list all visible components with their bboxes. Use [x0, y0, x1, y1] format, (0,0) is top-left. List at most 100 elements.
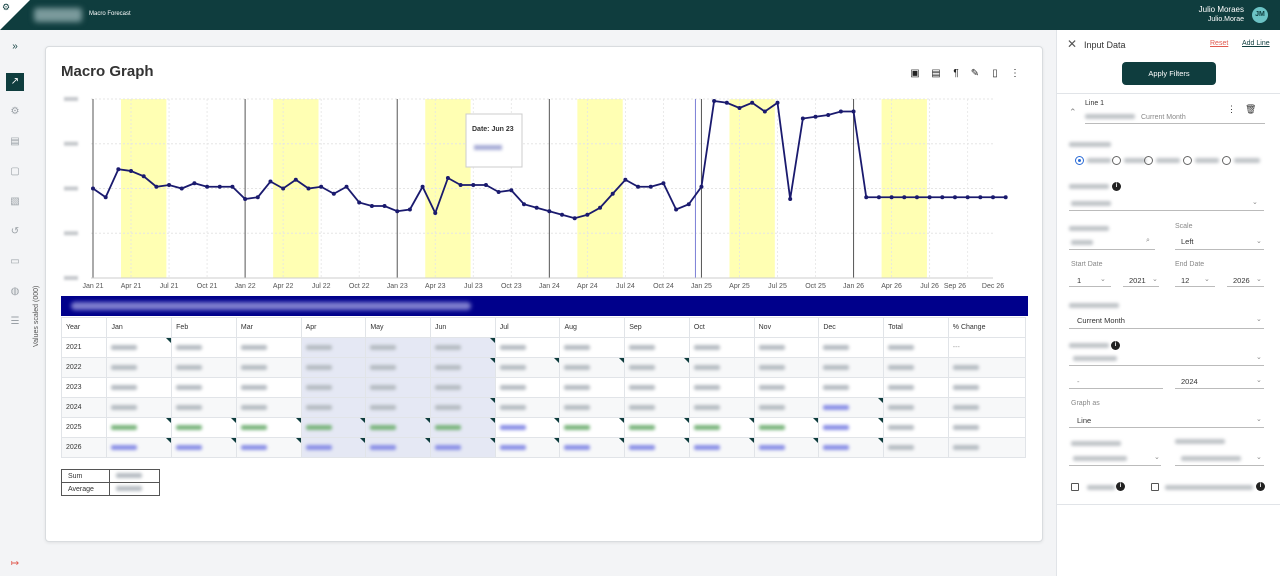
data-point[interactable] [927, 195, 932, 200]
value-cell[interactable] [430, 357, 496, 378]
data-point[interactable] [547, 209, 552, 214]
data-point[interactable] [116, 167, 121, 172]
data-point[interactable] [1003, 195, 1008, 200]
data-point[interactable] [724, 100, 729, 105]
data-point[interactable] [864, 195, 869, 200]
sliders-icon[interactable]: ☰ [6, 313, 24, 331]
data-point[interactable] [167, 183, 172, 187]
radio-option-5[interactable] [1222, 156, 1231, 165]
data-point[interactable] [230, 184, 235, 189]
value-cell[interactable] [171, 377, 237, 398]
value-cell[interactable] [688, 377, 755, 398]
data-point[interactable] [952, 195, 957, 200]
data-point[interactable] [319, 184, 324, 189]
data-point[interactable] [826, 113, 831, 117]
year-select[interactable]: 2024 [1181, 377, 1198, 386]
data-point[interactable] [382, 204, 387, 208]
checkbox-2[interactable] [1151, 483, 1159, 491]
value-cell[interactable] [300, 377, 367, 398]
value-cell[interactable] [688, 357, 755, 378]
value-cell[interactable] [365, 397, 432, 418]
data-point[interactable] [686, 202, 691, 207]
data-point[interactable] [458, 183, 463, 187]
data-point[interactable] [838, 109, 843, 114]
data-point[interactable] [800, 116, 805, 121]
data-point[interactable] [978, 195, 983, 200]
avatar[interactable]: JM [1252, 7, 1268, 23]
data-point[interactable] [344, 184, 349, 189]
value-cell[interactable] [106, 337, 173, 358]
data-point[interactable] [205, 184, 210, 189]
data-point[interactable] [648, 184, 653, 189]
value-cell[interactable] [365, 337, 432, 358]
line-more-icon[interactable]: ⋮ [1227, 104, 1236, 115]
radio-option-1[interactable] [1075, 156, 1084, 165]
data-point[interactable] [306, 186, 311, 191]
data-point[interactable] [331, 191, 336, 196]
data-point[interactable] [636, 184, 641, 189]
value-cell[interactable] [559, 357, 626, 378]
data-point[interactable] [610, 191, 615, 196]
data-point[interactable] [965, 195, 970, 200]
info-icon-3[interactable]: i [1116, 482, 1125, 491]
value-cell[interactable] [171, 357, 237, 378]
value-cell[interactable] [818, 417, 885, 438]
radio-option-2[interactable] [1112, 156, 1121, 165]
value-cell[interactable] [171, 437, 237, 458]
value-cell[interactable] [235, 337, 302, 358]
data-point[interactable] [483, 183, 488, 187]
data-point[interactable] [521, 202, 526, 207]
value-cell[interactable] [171, 337, 237, 358]
data-point[interactable] [940, 195, 945, 200]
clipboard-icon[interactable]: ▤ [6, 133, 24, 151]
data-point[interactable] [674, 207, 679, 212]
checkbox-1[interactable] [1071, 483, 1079, 491]
collapse-icon[interactable]: ⌃ [1069, 107, 1077, 118]
value-cell[interactable] [171, 397, 237, 418]
value-cell[interactable] [559, 337, 626, 358]
logout-icon[interactable]: ↦ [6, 555, 24, 573]
value-cell[interactable] [688, 437, 755, 458]
data-point[interactable] [154, 184, 159, 189]
info-icon-4[interactable]: i [1256, 482, 1265, 491]
value-cell[interactable] [430, 437, 496, 458]
value-cell[interactable] [494, 437, 561, 458]
start-year[interactable]: 2021 [1129, 276, 1146, 285]
lock-icon[interactable]: ▢ [6, 163, 24, 181]
graph-as-select[interactable]: Line [1077, 416, 1091, 425]
data-point[interactable] [91, 186, 95, 191]
value-cell[interactable] [818, 377, 885, 398]
radio-option-4[interactable] [1183, 156, 1192, 165]
globe-icon[interactable]: ◍ [6, 283, 24, 301]
data-point[interactable] [623, 177, 628, 182]
data-point[interactable] [407, 207, 412, 212]
value-cell[interactable] [494, 397, 561, 418]
data-point[interactable] [737, 106, 742, 110]
value-cell[interactable] [753, 377, 820, 398]
document-icon[interactable]: ▧ [6, 193, 24, 211]
value-cell[interactable] [300, 337, 367, 358]
value-cell[interactable] [106, 397, 173, 418]
data-point[interactable] [179, 186, 184, 191]
data-point[interactable] [255, 195, 260, 200]
value-cell[interactable] [753, 397, 820, 418]
end-year[interactable]: 2026 [1233, 276, 1250, 285]
value-cell[interactable] [300, 357, 367, 378]
add-line-link[interactable]: Add Line [1242, 40, 1270, 47]
value-cell[interactable] [494, 377, 561, 398]
value-cell[interactable] [624, 357, 690, 378]
value-cell[interactable] [235, 437, 302, 458]
data-point[interactable] [433, 211, 438, 215]
data-point[interactable] [991, 195, 995, 200]
data-point[interactable] [560, 212, 565, 217]
chevron-down-icon[interactable]: ⌄ [1252, 198, 1258, 206]
current-month-select[interactable]: Current Month [1077, 316, 1125, 325]
data-point[interactable] [395, 209, 400, 214]
value-cell[interactable] [300, 417, 367, 438]
data-point[interactable] [750, 100, 755, 105]
data-point[interactable] [103, 195, 108, 200]
data-point[interactable] [357, 200, 362, 205]
data-point[interactable] [129, 169, 134, 173]
value-cell[interactable] [688, 397, 755, 418]
data-point[interactable] [471, 183, 476, 187]
